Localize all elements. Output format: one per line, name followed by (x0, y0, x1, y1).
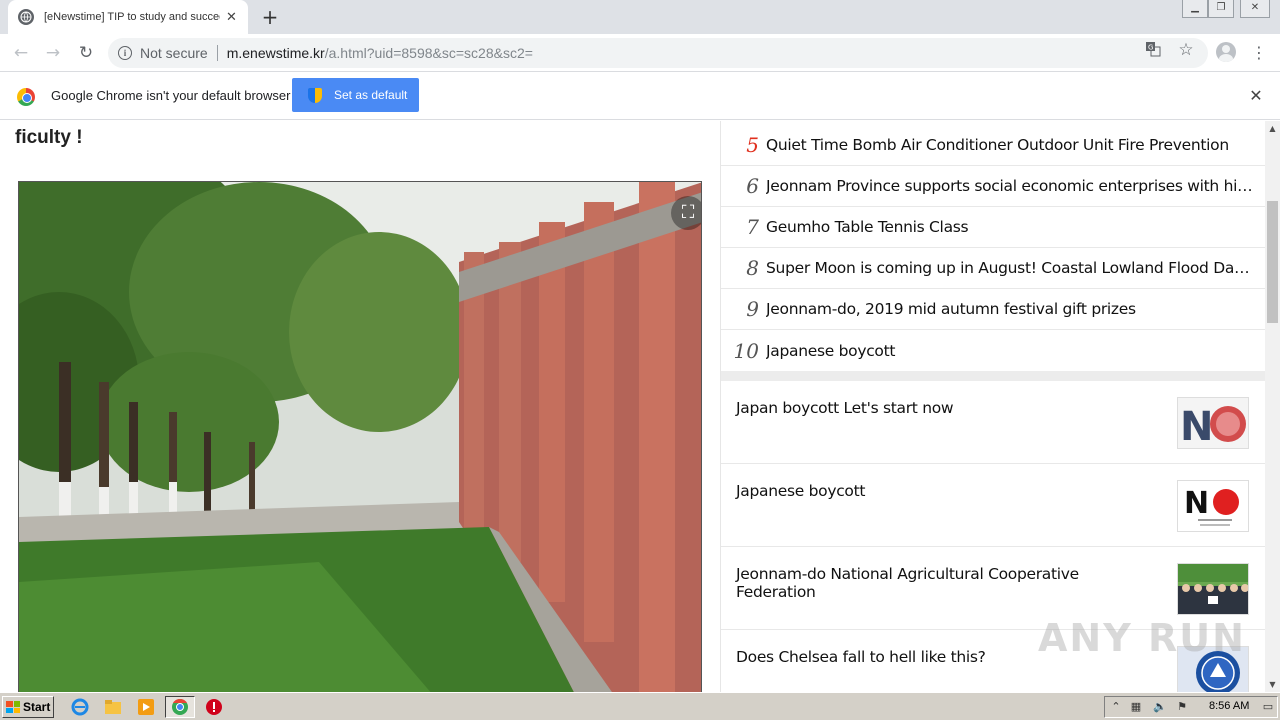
svg-text:N: N (1184, 486, 1209, 521)
file-explorer-icon[interactable] (104, 698, 122, 716)
set-as-default-label: Set as default (334, 88, 408, 102)
url-path[interactable]: /a.html?uid=8598&sc=sc28&sc2= (325, 45, 533, 61)
tab-close-icon[interactable]: ✕ (226, 10, 237, 25)
set-as-default-button[interactable]: Set as default (292, 78, 419, 112)
ranking-item[interactable]: 5 Quiet Time Bomb Air Conditioner Outdoo… (721, 125, 1266, 166)
svg-text:G: G (1148, 44, 1153, 52)
globe-icon (18, 9, 34, 25)
fullscreen-expand-icon[interactable]: ⛶ (671, 196, 701, 230)
page-scrollbar[interactable]: ▲ ▼ (1265, 121, 1280, 692)
rank-number: 7 (746, 215, 759, 239)
ranking-item[interactable]: 6 Jeonnam Province supports social econo… (721, 166, 1266, 207)
browser-toolbar: ← → ↻ i Not secure m.enewstime.kr/a.html… (0, 34, 1280, 72)
section-divider (721, 371, 1266, 381)
media-player-icon[interactable] (137, 698, 155, 716)
rank-title[interactable]: Quiet Time Bomb Air Conditioner Outdoor … (766, 136, 1256, 154)
back-arrow-icon[interactable]: ← (9, 41, 33, 65)
reload-icon[interactable]: ↻ (74, 41, 98, 65)
rank-number: 6 (746, 174, 759, 198)
show-desktop-icon[interactable]: ▭ (1261, 700, 1275, 714)
infobar-message: Google Chrome isn't your default browser (51, 88, 291, 103)
browser-window: [eNewstime] TIP to study and succeed ✕ +… (0, 0, 1280, 720)
start-button[interactable]: Start (2, 696, 54, 718)
forward-arrow-icon[interactable]: → (41, 41, 65, 65)
system-tray: ⌃ ▦ 🔈 ⚑ 8:56 AM ▭ (1104, 696, 1278, 718)
start-label: Start (23, 700, 51, 714)
taskbar-clock[interactable]: 8:56 AM (1209, 700, 1249, 712)
network-icon[interactable]: ▦ (1129, 700, 1143, 714)
rank-title[interactable]: Japanese boycott (766, 342, 1256, 360)
news-thumbnail[interactable] (1177, 563, 1249, 615)
rank-number: 5 (746, 133, 759, 157)
rank-number: 10 (733, 338, 759, 363)
web-page: ficulty ! ⛶ 5 Quiet Time Bomb Air Condit… (0, 121, 1280, 692)
article-photo[interactable]: ⛶ (18, 181, 702, 692)
translate-icon[interactable]: G (1144, 41, 1162, 59)
tab-active[interactable]: [eNewstime] TIP to study and succeed ✕ (8, 0, 248, 34)
news-thumbnail[interactable]: N (1177, 397, 1249, 449)
svg-text:N: N (1180, 404, 1213, 449)
news-title[interactable]: Japanese boycott (736, 482, 1156, 500)
infobar-close-icon[interactable]: ✕ (1248, 86, 1264, 105)
volume-icon[interactable]: 🔈 (1153, 700, 1167, 714)
restore-button[interactable]: ❐ (1208, 0, 1234, 18)
news-title[interactable]: Jeonnam-do National Agricultural Coopera… (736, 565, 1156, 601)
minimize-button[interactable]: ▁ (1182, 0, 1208, 18)
omnibox-separator (216, 45, 218, 61)
url-host[interactable]: m.enewstime.kr (227, 45, 325, 61)
tab-strip: [eNewstime] TIP to study and succeed ✕ +… (0, 0, 1280, 34)
new-tab-button[interactable]: + (258, 4, 282, 30)
default-browser-infobar: Google Chrome isn't your default browser… (0, 72, 1280, 120)
internet-explorer-icon[interactable] (71, 698, 89, 716)
ranking-sidebar: 5 Quiet Time Bomb Air Conditioner Outdoo… (720, 121, 1266, 692)
rank-number: 8 (746, 256, 759, 280)
windows-taskbar: Start ⌃ ▦ 🔈 ⚑ 8:56 AM ▭ (0, 692, 1280, 720)
info-icon[interactable]: i (118, 46, 132, 60)
scroll-thumb[interactable] (1267, 201, 1278, 323)
news-title[interactable]: Japan boycott Let's start now (736, 399, 1156, 417)
tab-title: [eNewstime] TIP to study and succeed (44, 11, 220, 23)
news-thumbnail[interactable]: N (1177, 480, 1249, 532)
news-list-item[interactable]: Japanese boycott N (721, 464, 1266, 547)
ranking-item[interactable]: 10 Japanese boycott (721, 330, 1266, 371)
ranking-item[interactable]: 8 Super Moon is coming up in August! Coa… (721, 248, 1266, 289)
chrome-taskbar-icon[interactable] (171, 698, 189, 716)
stop-sign-icon[interactable] (205, 698, 223, 716)
tray-expand-icon[interactable]: ⌃ (1109, 700, 1123, 714)
window-close-button[interactable]: ✕ (1240, 0, 1270, 18)
anyrun-watermark: ANY RUN (1038, 616, 1246, 660)
windows-logo-icon (6, 701, 20, 713)
rank-title[interactable]: Jeonnam Province supports social economi… (766, 177, 1256, 195)
profile-avatar-icon[interactable] (1216, 42, 1236, 62)
uac-shield-icon (308, 87, 322, 103)
security-label[interactable]: Not secure (140, 45, 208, 61)
kebab-menu-icon[interactable]: ⋮ (1250, 42, 1268, 64)
scroll-up-arrow-icon[interactable]: ▲ (1265, 121, 1280, 136)
rank-title[interactable]: Jeonnam-do, 2019 mid autumn festival gif… (766, 300, 1256, 318)
rank-title[interactable]: Geumho Table Tennis Class (766, 218, 1256, 236)
campus-colonnade-image (19, 182, 701, 692)
address-bar[interactable]: i Not secure m.enewstime.kr/a.html?uid=8… (108, 38, 1208, 68)
action-center-flag-icon[interactable]: ⚑ (1175, 700, 1189, 714)
rank-title[interactable]: Super Moon is coming up in August! Coast… (766, 259, 1256, 277)
scroll-down-arrow-icon[interactable]: ▼ (1265, 677, 1280, 692)
chrome-logo-icon (17, 88, 35, 106)
ranking-item[interactable]: 9 Jeonnam-do, 2019 mid autumn festival g… (721, 289, 1266, 330)
bookmark-star-icon[interactable]: ☆ (1177, 41, 1195, 59)
news-list-item[interactable]: Japan boycott Let's start now N (721, 381, 1266, 464)
ranking-item[interactable]: 7 Geumho Table Tennis Class (721, 207, 1266, 248)
article-headline: ficulty ! (15, 127, 83, 148)
rank-number: 9 (746, 297, 759, 321)
